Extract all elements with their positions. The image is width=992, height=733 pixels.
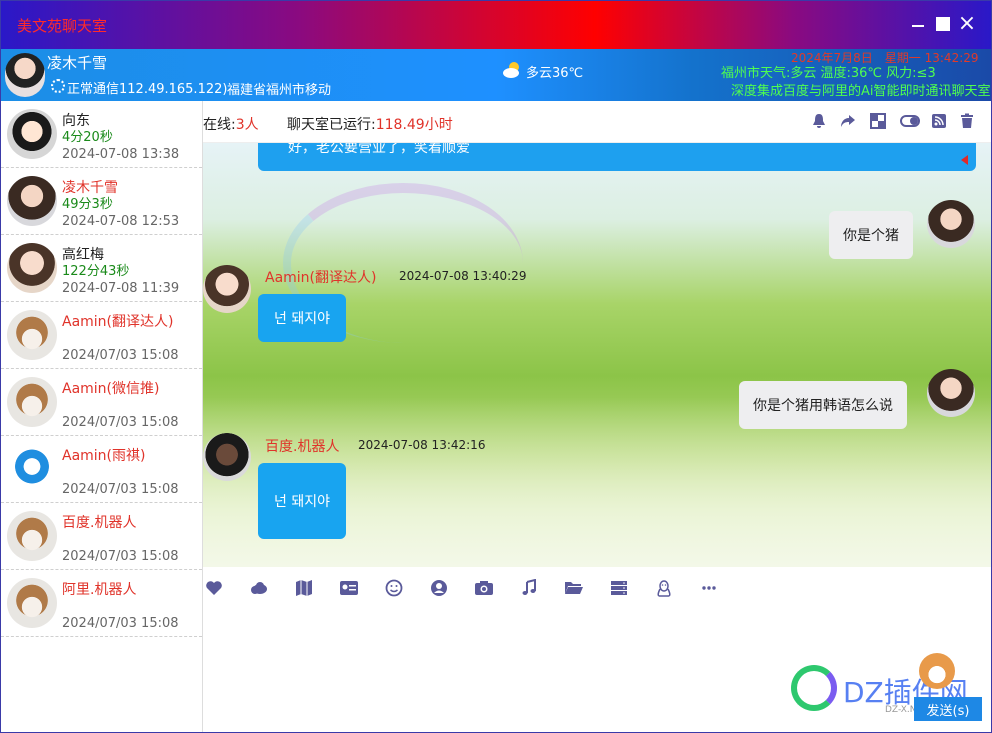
last-seen-time: 2024/07/03 15:08 xyxy=(62,616,179,631)
message-bubble-outgoing[interactable]: 你是个猪 xyxy=(829,211,913,259)
more-icon[interactable] xyxy=(699,579,719,599)
avatar xyxy=(7,310,57,360)
my-avatar[interactable] xyxy=(5,53,45,97)
dog-mascot-icon xyxy=(919,653,955,689)
id-card-icon[interactable] xyxy=(339,579,359,599)
weather-summary: 多云36℃ xyxy=(526,66,584,81)
online-label: 在线: xyxy=(203,117,236,133)
city-weather: 福州市天气:多云 温度:36℃ 风力:≤3 xyxy=(721,66,936,81)
avatar xyxy=(7,511,57,561)
contact-name: Aamin(翻译达人) xyxy=(62,314,174,330)
avatar xyxy=(7,444,57,494)
message-bubble-incoming[interactable]: 넌 돼지야 xyxy=(258,463,346,539)
contact-name: 百度.机器人 xyxy=(62,515,137,531)
contact-item[interactable]: 阿里.机器人 2024/07/03 15:08 xyxy=(1,570,202,637)
online-count-value: 3人 xyxy=(235,117,259,133)
message-list[interactable]: 好，老公要营业了，笑着顺爱 你是个猪 Aamin(翻译达人) 2024-07-0… xyxy=(203,143,991,567)
map-icon[interactable] xyxy=(294,579,314,599)
contact-name: Aamin(雨祺) xyxy=(62,448,146,464)
contact-item[interactable]: 百度.机器人 2024/07/03 15:08 xyxy=(1,503,202,570)
penguin-icon[interactable] xyxy=(654,579,674,599)
last-seen-time: 2024/07/03 15:08 xyxy=(62,348,179,363)
contact-item[interactable]: Aamin(雨祺) 2024/07/03 15:08 xyxy=(1,436,202,503)
last-seen-time: 2024/07/03 15:08 xyxy=(62,549,179,564)
cloud-icon[interactable] xyxy=(249,579,269,599)
contact-name: 阿里.机器人 xyxy=(62,582,137,598)
message-time: 2024-07-08 13:42:16 xyxy=(358,438,486,452)
input-toolbar xyxy=(203,567,991,611)
room-uptime: 聊天室已运行:118.49小时 xyxy=(287,114,453,134)
avatar xyxy=(7,176,57,226)
server-icon[interactable] xyxy=(609,579,629,599)
uptime-label: 聊天室已运行: xyxy=(287,117,376,133)
avatar[interactable] xyxy=(927,200,975,248)
connection-status: 正常通信112.49.165.122) xyxy=(67,82,228,97)
avatar[interactable] xyxy=(203,265,251,313)
watermark-icon xyxy=(791,665,837,711)
heart-icon[interactable] xyxy=(204,579,224,599)
sender-name: 百度.机器人 xyxy=(265,439,340,455)
online-duration: 122分43秒 xyxy=(62,264,130,279)
bell-icon[interactable] xyxy=(811,113,827,129)
toggle-icon[interactable] xyxy=(900,113,920,129)
my-name: 凌木千雪 xyxy=(47,54,108,72)
music-icon[interactable] xyxy=(519,578,539,599)
partly-cloudy-icon xyxy=(503,62,519,78)
contact-item[interactable]: Aamin(翻译达人) 2024/07/03 15:08 xyxy=(1,302,202,369)
camera-icon[interactable] xyxy=(474,579,494,599)
avatar[interactable] xyxy=(203,433,251,481)
close-icon[interactable]: × xyxy=(957,13,977,35)
isp-location: 福建省福州市移动 xyxy=(227,83,332,98)
contact-item[interactable]: Aamin(微信推) 2024/07/03 15:08 xyxy=(1,369,202,436)
message-bubble-partial: 好，老公要营业了，笑着顺爱 xyxy=(258,143,976,171)
last-seen-time: 2024-07-08 13:38 xyxy=(62,147,180,162)
message-bubble-incoming[interactable]: 넌 돼지야 xyxy=(258,294,346,342)
contact-list: 向东 4分20秒 2024-07-08 13:38 凌木千雪 49分3秒 202… xyxy=(1,101,203,732)
online-count: 在线:3人 xyxy=(203,114,259,134)
info-bar: 凌木千雪 正常通信112.49.165.122) 福建省福州市移动 多云36℃ … xyxy=(1,49,991,101)
trash-icon[interactable] xyxy=(959,113,975,129)
avatar xyxy=(7,377,57,427)
user-circle-icon[interactable] xyxy=(429,579,449,599)
title-bar[interactable]: 美文苑聊天室 × xyxy=(1,1,991,49)
last-seen-time: 2024/07/03 15:08 xyxy=(62,415,179,430)
rss-icon[interactable] xyxy=(931,113,947,129)
avatar[interactable] xyxy=(927,369,975,417)
minimize-icon[interactable] xyxy=(909,15,929,35)
share-icon[interactable] xyxy=(840,113,856,129)
avatar xyxy=(7,578,57,628)
send-button[interactable]: 发送(s) xyxy=(914,697,982,721)
chat-header: 在线:3人 聊天室已运行:118.49小时 xyxy=(203,101,991,143)
online-duration: 4分20秒 xyxy=(62,130,113,145)
last-seen-time: 2024-07-08 12:53 xyxy=(62,214,180,229)
contact-name: Aamin(微信推) xyxy=(62,381,160,397)
chat-window: 美文苑聊天室 × 凌木千雪 正常通信112.49.165.122) 福建省福州市… xyxy=(0,0,992,733)
contact-item[interactable]: 凌木千雪 49分3秒 2024-07-08 12:53 xyxy=(1,168,202,235)
avatar xyxy=(7,243,57,293)
contact-item[interactable]: 高红梅 122分43秒 2024-07-08 11:39 xyxy=(1,235,202,302)
chess-icon[interactable] xyxy=(870,113,886,129)
maximize-icon[interactable] xyxy=(934,15,954,35)
last-seen-time: 2024/07/03 15:08 xyxy=(62,482,179,497)
folder-icon[interactable] xyxy=(564,579,584,599)
contact-item[interactable]: 向东 4分20秒 2024-07-08 13:38 xyxy=(1,101,202,168)
uptime-value: 118.49小时 xyxy=(375,117,453,133)
slogan: 深度集成百度与阿里的Ai智能即时通讯聊天室 xyxy=(731,84,991,99)
online-duration: 49分3秒 xyxy=(62,197,113,212)
message-time: 2024-07-08 13:40:29 xyxy=(399,269,527,283)
speaker-icon[interactable] xyxy=(961,155,968,165)
window-title: 美文苑聊天室 xyxy=(17,17,108,35)
connection-status-icon xyxy=(51,79,65,93)
avatar xyxy=(7,109,57,159)
smile-icon[interactable] xyxy=(384,579,404,599)
message-bubble-outgoing[interactable]: 你是个猪用韩语怎么说 xyxy=(739,381,907,429)
sender-name: Aamin(翻译达人) xyxy=(265,270,377,286)
message-text: 好，老公要营业了，笑着顺爱 xyxy=(288,143,470,156)
last-seen-time: 2024-07-08 11:39 xyxy=(62,281,180,296)
